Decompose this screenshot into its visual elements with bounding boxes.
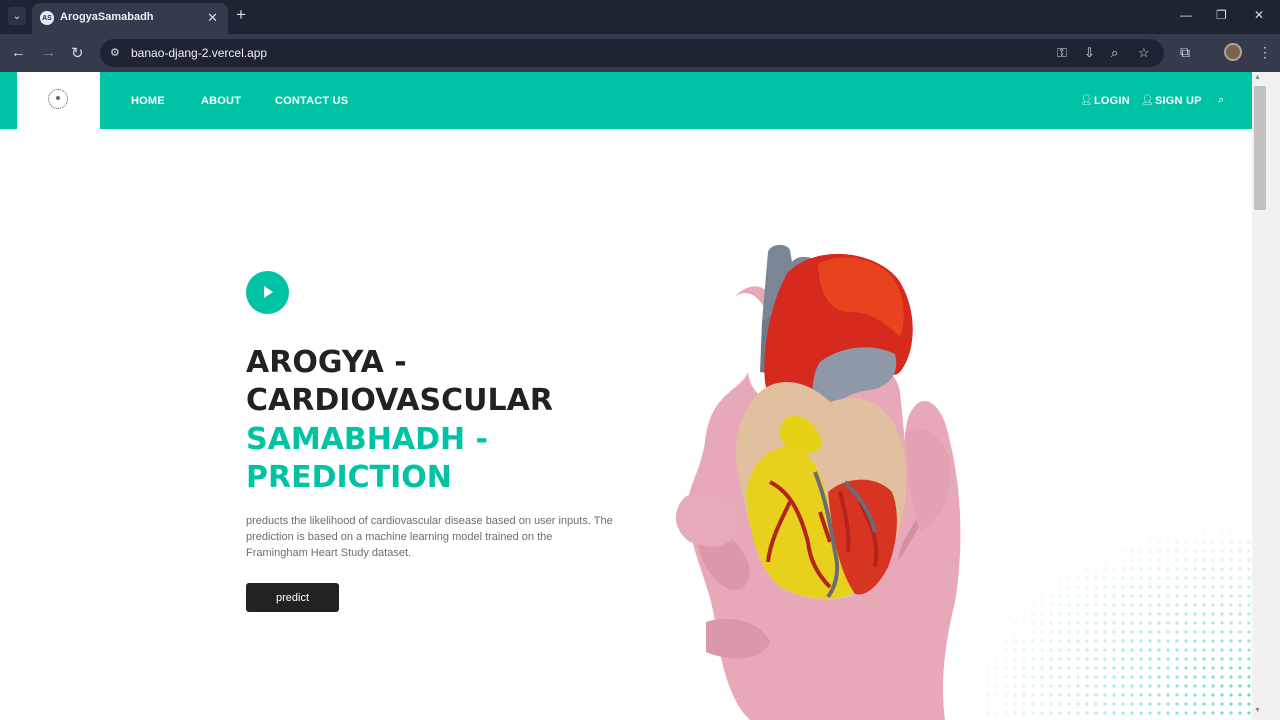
scroll-down-arrow-icon[interactable]: ▼ bbox=[1254, 707, 1261, 714]
predict-button[interactable]: predict bbox=[246, 583, 339, 612]
window-close-icon[interactable]: ✕ bbox=[1254, 8, 1264, 22]
heart-model-image bbox=[675, 244, 1252, 720]
site-logo[interactable] bbox=[17, 72, 100, 129]
hero-description: preducts the likelihood of cardiovascula… bbox=[246, 515, 613, 559]
signup-user-icon: 👤︎ bbox=[1141, 95, 1154, 106]
nav-about-link[interactable]: ABOUT bbox=[201, 95, 241, 107]
site-info-icon[interactable]: ⚙ bbox=[110, 46, 120, 59]
bookmark-star-icon[interactable]: ☆ bbox=[1138, 45, 1150, 61]
dot-pattern-decoration bbox=[960, 532, 1252, 720]
tab-search-chevron-icon[interactable]: ⌄ bbox=[8, 7, 26, 25]
login-link[interactable]: LOGIN bbox=[1094, 95, 1130, 107]
scroll-up-arrow-icon[interactable]: ▲ bbox=[1254, 74, 1261, 81]
play-video-button[interactable] bbox=[246, 271, 289, 314]
browser-tab-bar: ⌄ AS ArogyaSamabadh ✕ + — ❐ ✕ bbox=[0, 0, 1280, 34]
web-page: HOME ABOUT CONTACT US 👤︎ LOGIN 👤︎ SIGN U… bbox=[0, 72, 1252, 720]
site-navbar: HOME ABOUT CONTACT US 👤︎ LOGIN 👤︎ SIGN U… bbox=[0, 72, 1252, 129]
browser-toolbar: ← → ↻ ⚙ banao-djang-2.vercel.app ⚿ ⇩ ⌕ ☆… bbox=[0, 34, 1280, 72]
new-tab-icon[interactable]: + bbox=[236, 5, 246, 25]
search-icon[interactable]: ⌕ bbox=[1218, 94, 1224, 107]
nav-home-link[interactable]: HOME bbox=[131, 95, 165, 107]
reload-icon[interactable]: ↻ bbox=[71, 44, 84, 62]
tab-title: ArogyaSamabadh bbox=[60, 11, 154, 23]
zoom-icon[interactable]: ⌕ bbox=[1111, 45, 1118, 61]
install-app-icon[interactable]: ⇩ bbox=[1084, 45, 1095, 61]
browser-menu-icon[interactable]: ⋮ bbox=[1258, 44, 1272, 61]
nav-contact-link[interactable]: CONTACT US bbox=[275, 95, 348, 107]
hero-title-line-3: SAMABHADH - bbox=[246, 422, 488, 457]
url-text[interactable]: banao-djang-2.vercel.app bbox=[131, 46, 267, 60]
hero-title-line-2: CARDIOVASCULAR bbox=[246, 383, 553, 418]
restore-icon[interactable]: ❐ bbox=[1216, 8, 1227, 22]
extensions-icon[interactable]: ⧉ bbox=[1180, 44, 1190, 61]
hero-title-line-1: AROGYA - bbox=[246, 345, 407, 380]
address-bar[interactable]: ⚙ banao-djang-2.vercel.app ⚿ ⇩ ⌕ ☆ bbox=[100, 39, 1164, 67]
play-icon bbox=[264, 286, 273, 298]
back-icon[interactable]: ← bbox=[11, 44, 26, 61]
tab-favicon-icon: AS bbox=[40, 11, 54, 25]
password-key-icon[interactable]: ⚿ bbox=[1057, 45, 1067, 61]
login-user-icon: 👤︎ bbox=[1080, 95, 1093, 106]
profile-avatar[interactable] bbox=[1224, 43, 1242, 61]
signup-link[interactable]: SIGN UP bbox=[1155, 95, 1202, 107]
browser-tab[interactable]: AS ArogyaSamabadh ✕ bbox=[32, 3, 228, 34]
tab-close-icon[interactable]: ✕ bbox=[207, 10, 218, 26]
minimize-icon[interactable]: — bbox=[1180, 8, 1192, 22]
logo-emblem-icon bbox=[48, 89, 68, 109]
scrollbar-thumb[interactable] bbox=[1254, 86, 1266, 210]
hero-title-line-4: PREDICTION bbox=[246, 460, 452, 495]
forward-icon[interactable]: → bbox=[41, 44, 56, 61]
